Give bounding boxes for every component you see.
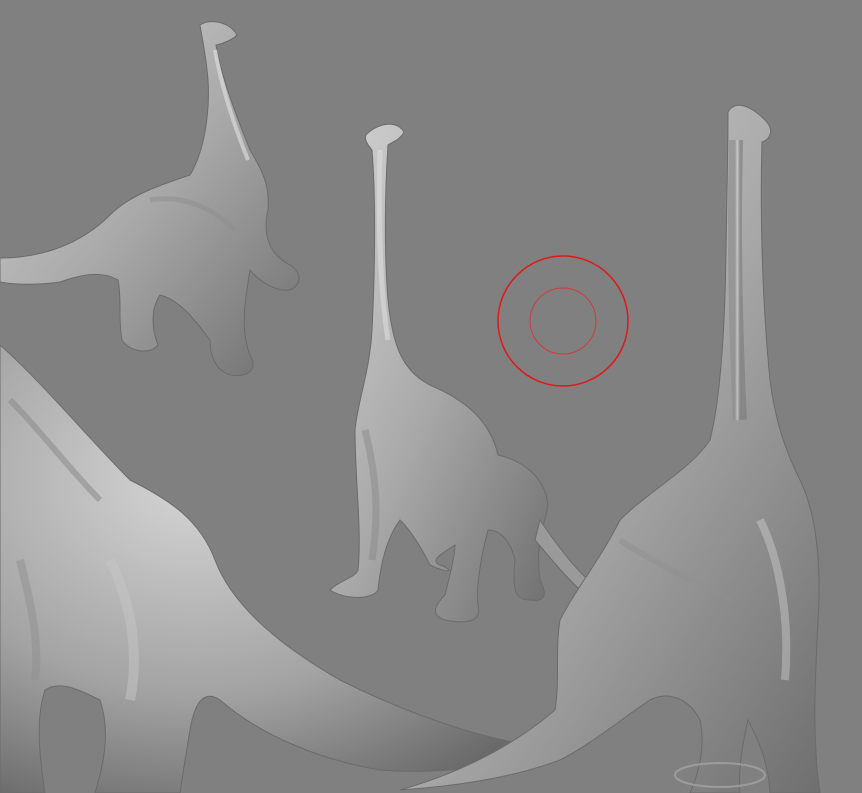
viewport-canvas[interactable] xyxy=(0,0,862,793)
brush-radius-circle-icon xyxy=(497,255,629,387)
brachiosaurus-sculpt-top-left[interactable] xyxy=(0,21,300,377)
brachiosaurus-sculpt-center[interactable] xyxy=(329,123,601,623)
sculpt-viewport[interactable] xyxy=(0,0,862,793)
